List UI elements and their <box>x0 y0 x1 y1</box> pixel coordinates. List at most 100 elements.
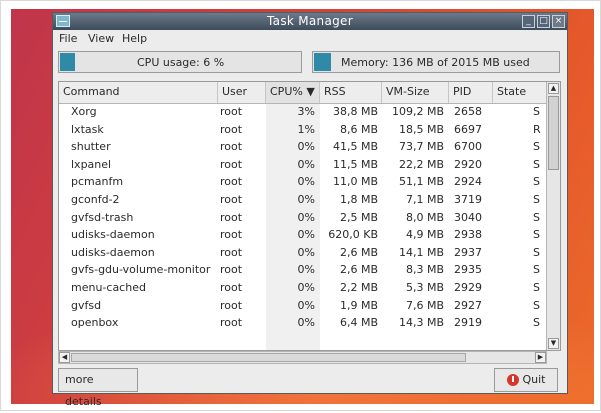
cell-rss: 2,6 MB <box>339 263 378 277</box>
cell-rss: 11,5 MB <box>332 157 378 171</box>
scroll-down-icon[interactable]: ▼ <box>548 338 559 349</box>
minimize-icon[interactable]: _ <box>522 15 535 28</box>
column-header-vm-size[interactable]: VM-Size <box>382 82 449 103</box>
cell-state: S <box>533 298 540 312</box>
cell-state: S <box>533 316 540 330</box>
table-row[interactable]: gvfs-gdu-volume-monitor root 0% 2,6 MB 8,3 M… <box>59 261 547 279</box>
vertical-scrollbar[interactable]: ▲ ▼ <box>546 82 560 350</box>
cell-command: lxpanel <box>71 157 112 171</box>
cell-pid: 2935 <box>454 263 482 277</box>
cell-user: root <box>220 245 243 259</box>
cell-rss: 620,0 KB <box>328 228 378 242</box>
cell-vm-size: 109,2 MB <box>391 105 444 118</box>
cell-pid: 6697 <box>454 122 482 136</box>
cell-vm-size: 51,1 MB <box>398 175 444 189</box>
vertical-scroll-thumb[interactable] <box>548 96 559 170</box>
cell-vm-size: 4,9 MB <box>405 228 444 242</box>
cell-state: S <box>533 228 540 242</box>
cell-command: Xorg <box>71 105 97 118</box>
title-bar[interactable]: Task Manager _ □ × <box>53 13 567 30</box>
cell-rss: 1,9 MB <box>339 298 378 312</box>
cell-rss: 6,4 MB <box>339 316 378 330</box>
menu-help[interactable]: Help <box>122 32 147 45</box>
quit-button[interactable]: Quit <box>494 368 558 392</box>
cell-pid: 2938 <box>454 228 482 242</box>
screenshot-frame: Task Manager _ □ × File View Help CPU us… <box>0 0 601 411</box>
table-row[interactable]: lxpanel root 0% 11,5 MB 22,2 MB 2920 S <box>59 156 547 174</box>
cell-command: pcmanfm <box>71 175 124 189</box>
cell-command: openbox <box>71 316 119 330</box>
cpu-usage-label: CPU usage: 6 % <box>137 56 225 69</box>
cell-user: root <box>220 140 243 154</box>
table-row[interactable]: shutter root 0% 41,5 MB 73,7 MB 6700 S <box>59 138 547 156</box>
table-header: Command User CPU% ▼ RSS VM-Size PID Stat… <box>59 82 547 104</box>
cell-vm-size: 14,1 MB <box>398 245 444 259</box>
horizontal-scroll-thumb[interactable] <box>71 353 466 362</box>
cell-pid: 3040 <box>454 210 482 224</box>
table-row[interactable]: Xorg root 3% 38,8 MB 109,2 MB 2658 S <box>59 103 547 121</box>
cell-command: gvfsd <box>71 298 102 312</box>
cell-rss: 1,8 MB <box>339 193 378 206</box>
table-row[interactable]: gconfd-2 root 0% 1,8 MB 7,1 MB 3719 S <box>59 191 547 209</box>
scroll-left-icon[interactable]: ◀ <box>59 352 70 363</box>
cell-cpu: 0% <box>297 228 315 242</box>
cell-vm-size: 73,7 MB <box>398 140 444 154</box>
column-header-command[interactable]: Command <box>59 82 218 103</box>
cell-vm-size: 8,0 MB <box>405 210 444 224</box>
cell-user: root <box>220 316 243 330</box>
cell-state: S <box>533 210 540 224</box>
cell-user: root <box>220 263 243 277</box>
cell-cpu: 0% <box>297 210 315 224</box>
cell-pid: 2927 <box>454 298 482 312</box>
table-row[interactable]: udisks-daemon root 0% 2,6 MB 14,1 MB 2937 S <box>59 244 547 262</box>
cell-pid: 2924 <box>454 175 482 189</box>
menu-view[interactable]: View <box>88 32 114 45</box>
table-row[interactable]: gvfsd-trash root 0% 2,5 MB 8,0 MB 3040 S <box>59 209 547 227</box>
table-row[interactable]: udisks-daemon root 0% 620,0 KB 4,9 MB 2938 S <box>59 226 547 244</box>
cell-rss: 2,2 MB <box>339 281 378 294</box>
menu-file[interactable]: File <box>59 32 77 45</box>
cell-command: udisks-daemon <box>71 228 155 242</box>
table-row[interactable]: lxtask root 1% 8,6 MB 18,5 MB 6697 R <box>59 121 547 139</box>
cell-vm-size: 14,3 MB <box>398 316 444 330</box>
cell-vm-size: 18,5 MB <box>398 122 444 136</box>
cell-command: shutter <box>71 140 111 154</box>
column-header-rss[interactable]: RSS <box>320 82 382 103</box>
quit-label: Quit <box>522 373 546 386</box>
cell-user: root <box>220 228 243 242</box>
cell-rss: 11,0 MB <box>332 175 378 189</box>
scroll-right-icon[interactable]: ▶ <box>535 352 546 363</box>
table-row[interactable]: menu-cached root 0% 2,2 MB 5,3 MB 2929 S <box>59 279 547 297</box>
maximize-icon[interactable]: □ <box>537 15 550 28</box>
cell-command: gvfsd-trash <box>71 210 134 224</box>
close-icon[interactable]: × <box>552 15 565 28</box>
column-header-pid[interactable]: PID <box>449 82 493 103</box>
cell-cpu: 0% <box>297 316 315 330</box>
cell-cpu: 0% <box>297 157 315 171</box>
cell-user: root <box>220 175 243 189</box>
column-header-cpu[interactable]: CPU% ▼ <box>266 82 320 103</box>
table-row[interactable]: openbox root 0% 6,4 MB 14,3 MB 2919 S <box>59 314 547 332</box>
column-header-user[interactable]: User <box>218 82 266 103</box>
cpu-usage-meter: CPU usage: 6 % <box>58 51 302 73</box>
cell-vm-size: 5,3 MB <box>405 281 444 294</box>
column-header-state[interactable]: State <box>493 82 547 103</box>
cell-pid: 2929 <box>454 281 482 294</box>
cell-state: R <box>533 122 541 136</box>
table-row[interactable]: pcmanfm root 0% 11,0 MB 51,1 MB 2924 S <box>59 173 547 191</box>
more-details-label: more details <box>65 373 102 408</box>
cell-vm-size: 7,1 MB <box>405 193 444 206</box>
cell-user: root <box>220 105 243 118</box>
cell-vm-size: 22,2 MB <box>398 157 444 171</box>
table-row[interactable]: gvfsd root 0% 1,9 MB 7,6 MB 2927 S <box>59 297 547 315</box>
cell-rss: 8,6 MB <box>339 122 378 136</box>
cell-state: S <box>533 263 540 277</box>
memory-usage-label: Memory: 136 MB of 2015 MB used <box>341 56 530 69</box>
scroll-up-icon[interactable]: ▲ <box>548 83 559 94</box>
more-details-button[interactable]: more details <box>58 368 138 408</box>
cell-rss: 38,8 MB <box>332 105 378 118</box>
cell-cpu: 0% <box>297 140 315 154</box>
cell-cpu: 1% <box>297 122 315 136</box>
horizontal-scrollbar[interactable]: ◀ ▶ <box>58 351 547 364</box>
cell-command: udisks-daemon <box>71 245 155 259</box>
